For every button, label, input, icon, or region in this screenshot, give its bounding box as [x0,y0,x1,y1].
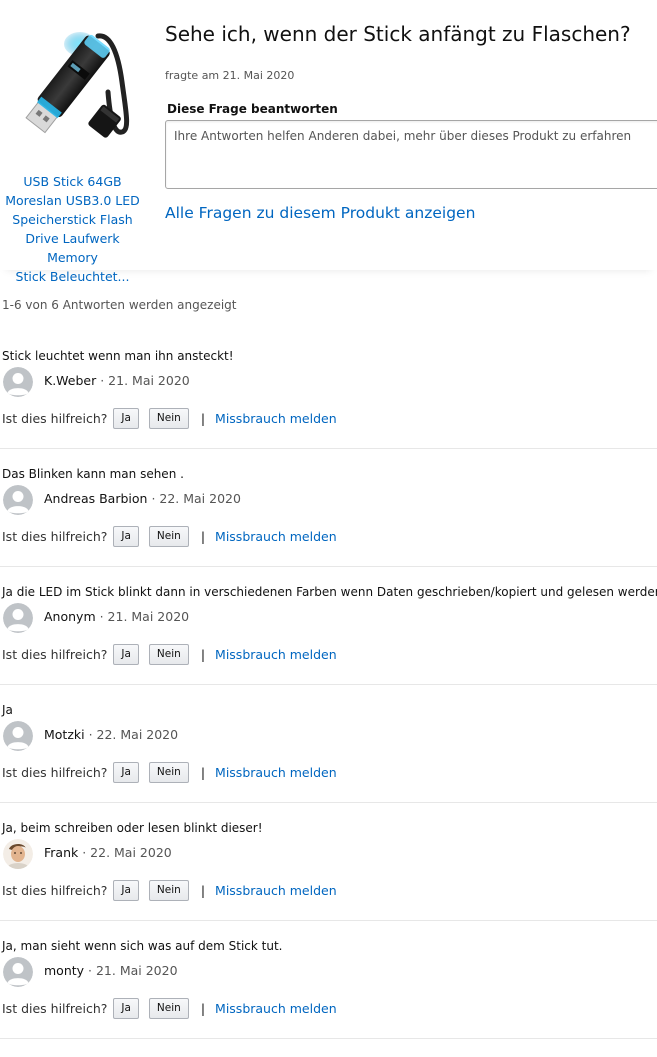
helpful-label: Ist dies hilfreich? [2,410,108,426]
author-line: Motzki · 22. Mai 2020 [44,727,178,742]
divider [0,802,657,803]
product-title-link[interactable]: USB Stick 64GB Moreslan USB3.0 LED Speic… [0,172,145,286]
answer-form-label: Diese Frage beantworten [167,102,338,116]
avatar-icon[interactable] [3,957,33,987]
answer-text: Ja, man sieht wenn sich was auf dem Stic… [2,939,283,953]
helpful-yes-button[interactable]: Ja [113,525,139,547]
author-line: monty · 21. Mai 2020 [44,963,178,978]
answer-text: Ja [2,703,13,717]
helpful-row: Ist dies hilfreich? Ja Nein | Missbrauch mel… [2,525,337,547]
answer-text: Das Blinken kann man sehen . [2,467,184,481]
helpful-row: Ist dies hilfreich? Ja Nein | Missbrauch mel… [2,643,337,665]
helpful-no-button[interactable]: Nein [148,879,189,901]
answer-input[interactable]: Ihre Antworten helfen Anderen dabei, meh… [165,120,657,189]
divider [0,684,657,685]
answer-date: · 21. Mai 2020 [84,963,178,978]
report-abuse-link[interactable]: Missbrauch melden [215,1001,337,1016]
report-abuse-link[interactable]: Missbrauch melden [215,765,337,780]
author-line: Frank · 22. Mai 2020 [44,845,172,860]
helpful-label: Ist dies hilfreich? [2,1000,108,1016]
author-line: Anonym · 21. Mai 2020 [44,609,189,624]
answer-date: · 21. Mai 2020 [95,609,190,624]
separator: | [200,410,206,426]
answer-item: Ja die LED im Stick blinkt dann in versc… [0,585,657,703]
all-questions-link[interactable]: Alle Fragen zu diesem Produkt anzeigen [165,204,475,222]
report-abuse-link[interactable]: Missbrauch melden [215,883,337,898]
answer-text: Ja, beim schreiben oder lesen blinkt die… [2,821,263,835]
report-abuse-link[interactable]: Missbrauch melden [215,411,337,426]
helpful-yes-button[interactable]: Ja [113,761,139,783]
separator: | [200,882,206,898]
answer-date: · 22. Mai 2020 [78,845,172,860]
helpful-row: Ist dies hilfreich? Ja Nein | Missbrauch mel… [2,997,337,1019]
author-name[interactable]: Motzki [44,727,85,742]
answer-date: · 21. Mai 2020 [96,373,190,388]
helpful-label: Ist dies hilfreich? [2,764,108,780]
usb-stick-image[interactable] [18,22,138,144]
author-name[interactable]: Anonym [44,609,96,624]
avatar-icon[interactable] [3,485,33,515]
separator: | [200,1000,206,1016]
helpful-no-button[interactable]: Nein [148,997,189,1019]
answer-item: Stick leuchtet wenn man ihn ansteckt! K.W… [0,349,657,467]
question-date: fragte am 21. Mai 2020 [165,69,295,82]
separator: | [200,646,206,662]
separator: | [200,764,206,780]
helpful-yes-button[interactable]: Ja [113,643,139,665]
author-name[interactable]: Andreas Barbion [44,491,147,506]
helpful-no-button[interactable]: Nein [148,407,189,429]
avatar-icon[interactable] [3,721,33,751]
divider [0,566,657,567]
author-name[interactable]: Frank [44,845,78,860]
question-title: Sehe ich, wenn der Stick anfängt zu Flas… [165,22,631,46]
answer-date: · 22. Mai 2020 [84,727,179,742]
helpful-row: Ist dies hilfreich? Ja Nein | Missbrauch mel… [2,761,337,783]
avatar-icon[interactable] [3,839,33,869]
separator: | [200,528,206,544]
helpful-label: Ist dies hilfreich? [2,528,108,544]
answer-count: 1-6 von 6 Antworten werden angezeigt [2,298,237,312]
helpful-no-button[interactable]: Nein [148,643,189,665]
answer-item: Ja Motzki · 22. Mai 2020 Ist dies hilfreic… [0,703,657,821]
answer-item: Ja, beim schreiben oder lesen blinkt die… [0,821,657,939]
helpful-label: Ist dies hilfreich? [2,646,108,662]
helpful-row: Ist dies hilfreich? Ja Nein | Missbrauch mel… [2,407,337,429]
divider [0,1038,657,1039]
divider [0,448,657,449]
helpful-no-button[interactable]: Nein [148,525,189,547]
author-line: K.Weber · 21. Mai 2020 [44,373,190,388]
helpful-label: Ist dies hilfreich? [2,882,108,898]
helpful-no-button[interactable]: Nein [148,761,189,783]
helpful-row: Ist dies hilfreich? Ja Nein | Missbrauch mel… [2,879,337,901]
report-abuse-link[interactable]: Missbrauch melden [215,529,337,544]
answer-item: Das Blinken kann man sehen . Andreas Barb… [0,467,657,585]
avatar-icon[interactable] [3,603,33,633]
author-name[interactable]: K.Weber [44,373,96,388]
author-line: Andreas Barbion · 22. Mai 2020 [44,491,241,506]
answer-text: Ja die LED im Stick blinkt dann in versc… [2,585,657,599]
answer-date: · 22. Mai 2020 [147,491,241,506]
answer-text: Stick leuchtet wenn man ihn ansteckt! [2,349,234,363]
answer-item: Ja, man sieht wenn sich was auf dem Stic… [0,939,657,1057]
question-header: USB Stick 64GB Moreslan USB3.0 LED Speic… [0,0,657,284]
helpful-yes-button[interactable]: Ja [113,407,139,429]
helpful-yes-button[interactable]: Ja [113,997,139,1019]
author-name[interactable]: monty [44,963,84,978]
report-abuse-link[interactable]: Missbrauch melden [215,647,337,662]
avatar-icon[interactable] [3,367,33,397]
divider [0,920,657,921]
helpful-yes-button[interactable]: Ja [113,879,139,901]
